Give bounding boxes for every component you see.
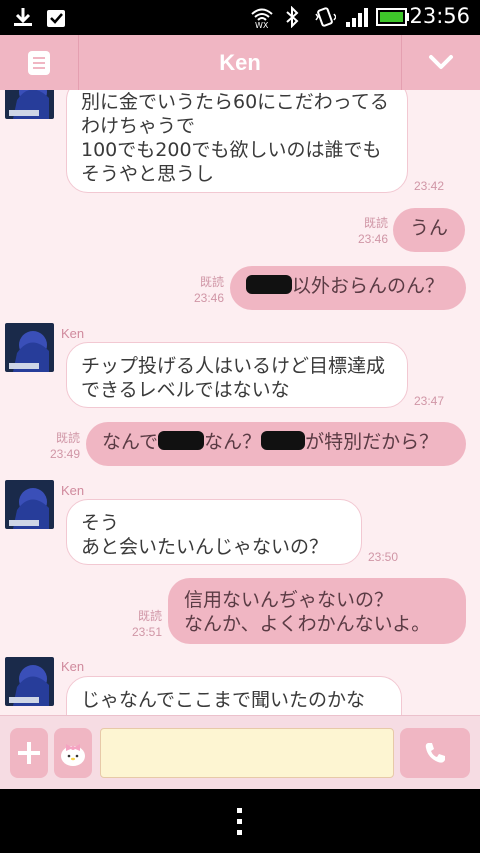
input-bar <box>0 715 480 790</box>
message-list[interactable]: 別に金でいうたら60にこだわってるわけちゃうで 100でも200でも欲しいのは誰… <box>0 90 480 715</box>
options-button[interactable] <box>401 35 480 90</box>
status-bar: WX 23:56 <box>0 0 480 35</box>
bluetooth-icon <box>286 6 299 28</box>
sender-name: Ken <box>61 326 85 341</box>
message-bubble-outgoing[interactable]: 以外おらんのん？ <box>230 266 466 310</box>
message-bubble-incoming[interactable]: そう あと会いたいんじゃないの？ <box>66 499 362 565</box>
message-bubble-outgoing[interactable]: うん <box>393 208 465 252</box>
call-button[interactable] <box>400 728 470 778</box>
chat-header: Ken <box>0 35 480 90</box>
message-bubble-incoming[interactable]: 別に金でいうたら60にこだわってるわけちゃうで 100でも200でも欲しいのは誰… <box>66 90 408 193</box>
redacted-mark <box>246 275 292 294</box>
svg-text:WX: WX <box>255 21 269 29</box>
clock: 23:56 <box>409 4 470 28</box>
avatar[interactable] <box>5 90 54 119</box>
avatar[interactable] <box>5 323 54 372</box>
download-icon <box>14 8 32 26</box>
sticker-icon <box>61 744 85 766</box>
read-receipt: 既読 23:49 <box>49 431 80 461</box>
redacted-mark <box>158 431 205 450</box>
sender-name: Ken <box>61 659 85 674</box>
read-receipt: 既読 23:51 <box>131 609 162 639</box>
read-receipt: 既読 23:46 <box>193 275 224 305</box>
message-time: 23:50 <box>368 550 399 564</box>
navigation-bar <box>0 789 480 853</box>
sender-name: Ken <box>61 483 85 498</box>
add-button[interactable] <box>10 728 48 778</box>
message-bubble-incoming[interactable]: じゃなんでここまで聞いたのかな <box>66 676 402 715</box>
vibrate-icon <box>315 7 336 27</box>
battery-icon <box>376 8 409 26</box>
menu-button[interactable] <box>0 35 79 90</box>
message-text: 以外おらんのん？ <box>292 275 445 297</box>
message-bubble-outgoing[interactable]: なんで なん？ が特別だから？ <box>86 422 466 466</box>
sticker-button[interactable] <box>54 728 92 778</box>
overflow-menu-icon[interactable] <box>236 807 244 837</box>
message-time: 23:42 <box>414 179 445 193</box>
redacted-mark <box>261 431 306 450</box>
chat-title: Ken <box>219 50 261 75</box>
menu-icon <box>28 51 50 75</box>
task-done-icon <box>47 10 65 27</box>
message-bubble-outgoing[interactable]: 信用ないんぢゃないの？ なんか、よくわかんないよ。 <box>168 578 466 644</box>
signal-icon <box>346 8 368 27</box>
message-bubble-incoming[interactable]: チップ投げる人はいるけど目標達成できるレベルではないな <box>66 342 408 408</box>
plus-icon <box>18 742 40 764</box>
message-input[interactable] <box>100 728 394 778</box>
phone-icon <box>425 743 445 763</box>
avatar[interactable] <box>5 480 54 529</box>
chevron-down-icon <box>429 55 453 69</box>
read-receipt: 既読 23:46 <box>357 216 388 246</box>
message-time: 23:47 <box>414 394 445 408</box>
wifi-icon: WX <box>251 8 273 29</box>
avatar[interactable] <box>5 657 54 706</box>
